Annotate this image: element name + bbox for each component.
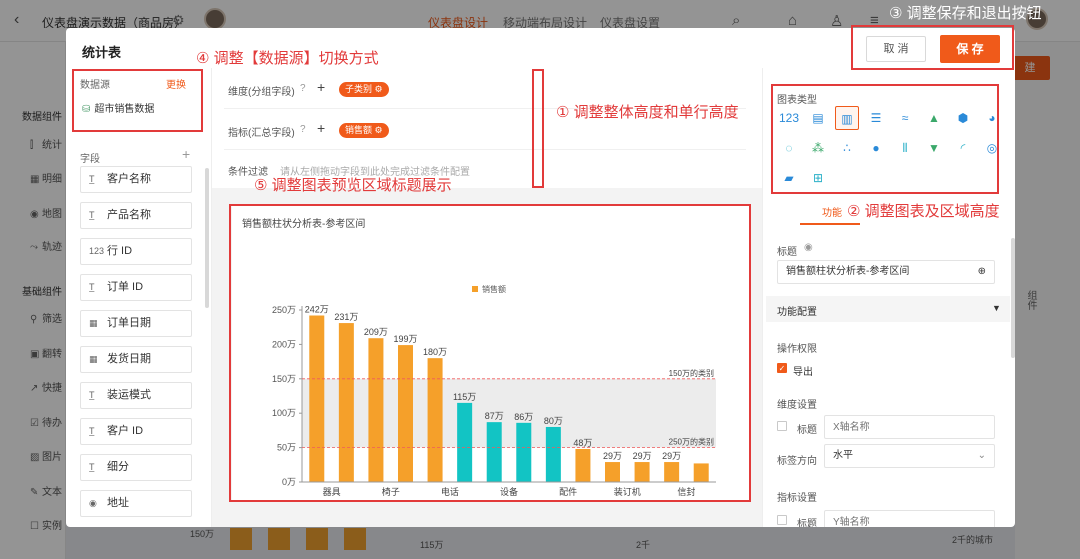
field-name: 地址 [107, 497, 129, 509]
settings-scrollbar[interactable] [1011, 238, 1015, 358]
annotation-1: ① 调整整体高度和单行高度 [556, 104, 739, 121]
title-input[interactable]: 销售额柱状分析表-参考区间 ⊕ [777, 260, 995, 284]
field-item[interactable]: ▦ 发货日期 [80, 346, 192, 373]
field-item[interactable]: 123 行 ID [80, 238, 192, 265]
annotation-box-datasource [72, 69, 203, 132]
annotation-box-preview [229, 204, 751, 502]
field-item[interactable]: ▦ 订单日期 [80, 310, 192, 337]
fields-header: 字段 [80, 154, 100, 165]
field-item[interactable]: T̲ 订单 ID [80, 274, 192, 301]
y-axis-name-input[interactable] [824, 510, 995, 527]
measure-help-icon[interactable]: ? [300, 124, 306, 135]
annotation-box-height [532, 69, 544, 188]
export-label: 导出 [793, 367, 813, 378]
add-measure-icon[interactable]: + [317, 120, 325, 136]
field-item[interactable]: T̲ 客户名称 [80, 166, 192, 193]
feature-config-title: 功能配置 [777, 307, 817, 318]
measure-label: 指标(汇总字段) [228, 128, 295, 139]
annotation-5: ⑤ 调整图表预览区域标题展示 [254, 177, 452, 194]
field-item[interactable]: ◉ 地址 [80, 490, 192, 517]
dimension-setting-label: 维度设置 [777, 400, 817, 411]
add-dimension-icon[interactable]: + [317, 79, 325, 95]
x-title-label: 标题 [797, 425, 817, 436]
annotation-box-chart-types [771, 84, 999, 194]
label-direction-value: 水平 [833, 450, 853, 461]
dimension-tag[interactable]: 子类别 ⚙ [339, 82, 389, 97]
chevron-down-icon: ⌄ [977, 450, 986, 461]
field-item[interactable]: T̲ 客户 ID [80, 418, 192, 445]
number-field-icon: 123 [89, 246, 105, 256]
field-item[interactable]: T̲ 装运模式 [80, 382, 192, 409]
y-title-label: 标题 [797, 519, 817, 527]
field-name: 产品名称 [107, 209, 151, 221]
text-field-icon: T̲ [89, 282, 95, 292]
active-tab-indicator [800, 223, 860, 225]
modal-title: 统计表 [82, 45, 122, 60]
text-field-icon: T̲ [89, 426, 95, 436]
calendar-icon: ▦ [89, 318, 98, 328]
annotation-box-buttons [851, 25, 1014, 70]
caret-down-icon[interactable]: ▼ [992, 303, 1001, 313]
field-name: 行 ID [107, 245, 133, 257]
text-field-icon: T̲ [89, 462, 95, 472]
field-name: 订单日期 [107, 317, 151, 329]
label-direction-label: 标签方向 [777, 456, 817, 467]
calendar-icon: ▦ [89, 354, 98, 364]
dimension-tag-label: 子类别 [345, 84, 373, 94]
field-name: 发货日期 [107, 353, 151, 365]
y-title-checkbox[interactable] [777, 515, 787, 525]
globe-icon[interactable]: ⊕ [978, 261, 986, 283]
field-name: 客户名称 [107, 173, 151, 185]
field-name: 订单 ID [107, 281, 144, 293]
annotation-4: ④ 调整【数据源】切换方式 [196, 50, 379, 67]
label-direction-select[interactable]: 水平 ⌄ [824, 444, 995, 468]
tab-function[interactable]: 功能 [822, 204, 842, 219]
field-item[interactable]: T̲ 细分 [80, 454, 192, 481]
divider [224, 149, 746, 150]
dimension-label: 维度(分组字段) [228, 87, 295, 98]
annotation-3: ③ 调整保存和退出按钮 [889, 5, 1042, 22]
export-checkbox[interactable]: ✓ [777, 363, 787, 373]
field-panel: 数据源 更换 ⛁ 超市销售数据 字段 + T̲ 客户名称 T̲ 产品名称 123 行 ID T… [66, 68, 212, 527]
x-title-checkbox[interactable] [777, 421, 787, 431]
title-input-value: 销售额柱状分析表-参考区间 [786, 266, 910, 277]
field-name: 细分 [107, 461, 129, 473]
field-item[interactable]: T̲ 产品名称 [80, 202, 192, 229]
field-name: 客户 ID [107, 425, 144, 437]
add-field-icon[interactable]: + [182, 146, 190, 162]
annotation-2: ② 调整图表及区域高度 [847, 203, 1000, 220]
permission-label: 操作权限 [777, 344, 817, 355]
x-axis-name-input[interactable] [824, 415, 995, 439]
measure-tag-label: 销售额 [345, 125, 373, 135]
field-list-scrollbar[interactable] [205, 168, 209, 308]
measure-setting-label: 指标设置 [777, 493, 817, 504]
dimension-help-icon[interactable]: ? [300, 83, 306, 94]
location-icon: ◉ [89, 498, 97, 508]
text-field-icon: T̲ [89, 210, 95, 220]
field-name: 装运模式 [107, 389, 151, 401]
eye-icon[interactable]: ◉ [804, 242, 813, 253]
text-field-icon: T̲ [89, 174, 95, 184]
title-label: 标题 [777, 247, 797, 258]
measure-tag[interactable]: 销售额 ⚙ [339, 123, 389, 138]
text-field-icon: T̲ [89, 390, 95, 400]
